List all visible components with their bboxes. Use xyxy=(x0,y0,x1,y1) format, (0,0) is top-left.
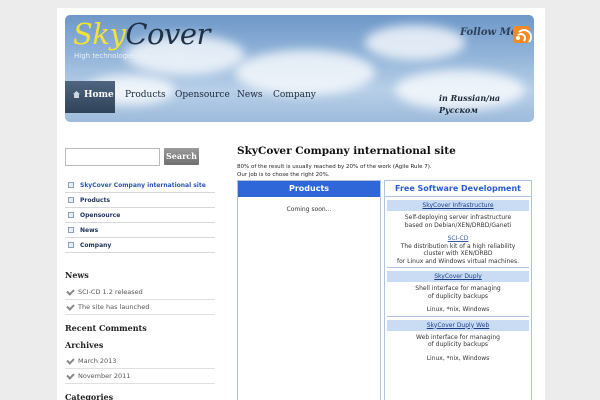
sidebar-item-products[interactable]: Products xyxy=(65,193,215,208)
sidebar-item-label: SkyCover Company international site xyxy=(80,182,206,189)
main-content: SkyCover Company international site 80% … xyxy=(237,139,537,400)
sidebar-item-label: Opensource xyxy=(80,212,121,219)
fsd-line: Shell interface for managing xyxy=(415,285,501,292)
check-icon xyxy=(66,302,75,311)
fsd-line: Self-deploying server infrastructure xyxy=(404,214,512,221)
news-item[interactable]: The site has launched xyxy=(65,300,215,315)
fsd-line: cluster with XEN/DRBD xyxy=(423,250,493,257)
news-item[interactable]: SCI-CD 1.2 released xyxy=(65,285,215,300)
news-item-label: The site has launched xyxy=(78,303,150,311)
categories-heading: Categories xyxy=(65,392,114,400)
menu-item-icon xyxy=(68,197,74,203)
nav-news[interactable]: News xyxy=(237,81,263,113)
fsd-line: for Linux and Windows virtual machines. xyxy=(396,257,520,265)
page-title: SkyCover Company international site xyxy=(237,145,456,157)
nav-company[interactable]: Company xyxy=(273,81,316,113)
check-icon xyxy=(66,287,75,296)
cloud-decoration xyxy=(365,25,465,60)
check-icon xyxy=(66,356,75,365)
menu-item-icon xyxy=(68,242,74,248)
fsd-line: Web interface for managing xyxy=(416,333,500,341)
intro-text: 80% of the result is usually reached by … xyxy=(237,164,432,170)
divider xyxy=(387,267,529,268)
main-nav: Home Products Opensource News Company in… xyxy=(65,81,534,115)
fsd-platforms: Linux, *nix, Windows xyxy=(426,354,490,362)
products-body: Coming soon... xyxy=(286,206,332,213)
fsd-item-title[interactable]: SkyCover Duply xyxy=(387,271,529,282)
search-input[interactable] xyxy=(65,148,160,166)
sidebar-item-home[interactable]: SkyCover Company international site xyxy=(65,178,215,193)
fsd-platforms: Linux, *nix, Windows xyxy=(426,306,490,313)
home-icon xyxy=(73,91,80,98)
intro-text: Our job is to chose the right 20%. xyxy=(237,171,330,178)
nav-opensource[interactable]: Opensource xyxy=(175,81,230,113)
news-item-label: SCI-CD 1.2 released xyxy=(78,288,143,296)
menu-item-icon xyxy=(68,212,74,218)
nav-products[interactable]: Products xyxy=(125,81,166,113)
menu-item-icon xyxy=(68,182,74,188)
divider xyxy=(387,315,529,317)
archive-item[interactable]: November 2011 xyxy=(65,369,215,384)
logo-cover: Cover xyxy=(125,17,210,51)
rss-icon[interactable] xyxy=(513,26,532,45)
products-panel: Products Coming soon... xyxy=(237,180,381,400)
fsd-line: The distribution kit of a high reliabili… xyxy=(400,242,516,250)
sidebar-item-label: News xyxy=(80,227,99,234)
sidebar-item-company[interactable]: Company xyxy=(65,238,215,253)
follow-me-label: Follow Me xyxy=(460,27,518,38)
archives-heading: Archives xyxy=(65,340,104,350)
fsd-line: of duplicity backups xyxy=(427,292,489,300)
sidebar-item-news[interactable]: News xyxy=(65,223,215,238)
recent-comments-heading: Recent Comments xyxy=(65,323,147,333)
page: SkyCover High technologies are accesible… xyxy=(57,8,545,400)
news-heading: News xyxy=(65,270,89,280)
archive-item-label: March 2013 xyxy=(78,357,117,365)
check-icon xyxy=(66,371,75,380)
free-software-panel: Free Software Development SkyCover Infra… xyxy=(384,180,532,400)
nav-russian-link[interactable]: in Russian/на Русском xyxy=(439,92,529,122)
fsd-item-title[interactable]: SkyCover Duply Web xyxy=(387,319,529,331)
header-banner: SkyCover High technologies are accesible… xyxy=(65,15,534,122)
nav-home-label: Home xyxy=(84,90,114,100)
logo-sky: Sky xyxy=(73,17,126,51)
sidebar-item-label: Products xyxy=(80,197,111,204)
site-logo[interactable]: SkyCover xyxy=(73,17,210,51)
fsd-line: based on Debian/XEN/DRBD/Ganeti xyxy=(404,221,512,229)
fsd-item-body: Web interface for managing of duplicity … xyxy=(385,331,531,365)
archive-item[interactable]: March 2013 xyxy=(65,354,215,369)
sci-cd-link[interactable]: SCI-CD xyxy=(389,235,527,243)
free-software-heading[interactable]: Free Software Development xyxy=(385,181,531,197)
fsd-item-body: Shell interface for managing of duplicit… xyxy=(385,282,531,316)
search-button[interactable]: Search xyxy=(164,148,199,165)
site-slogan: High technologies are accesible! xyxy=(74,52,189,60)
fsd-item-title[interactable]: SkyCover Infrastructure xyxy=(387,200,529,211)
fsd-item-body: Self-deploying server infrastructure bas… xyxy=(385,211,531,267)
fsd-line: of duplicity backups xyxy=(427,341,489,348)
products-heading[interactable]: Products xyxy=(238,181,380,197)
sidebar-item-opensource[interactable]: Opensource xyxy=(65,208,215,223)
nav-home[interactable]: Home xyxy=(65,81,115,113)
sidebar-item-label: Company xyxy=(80,242,112,249)
menu-item-icon xyxy=(68,227,74,233)
archive-item-label: November 2011 xyxy=(78,372,131,380)
sidebar-menu: SkyCover Company international site Prod… xyxy=(65,178,215,253)
